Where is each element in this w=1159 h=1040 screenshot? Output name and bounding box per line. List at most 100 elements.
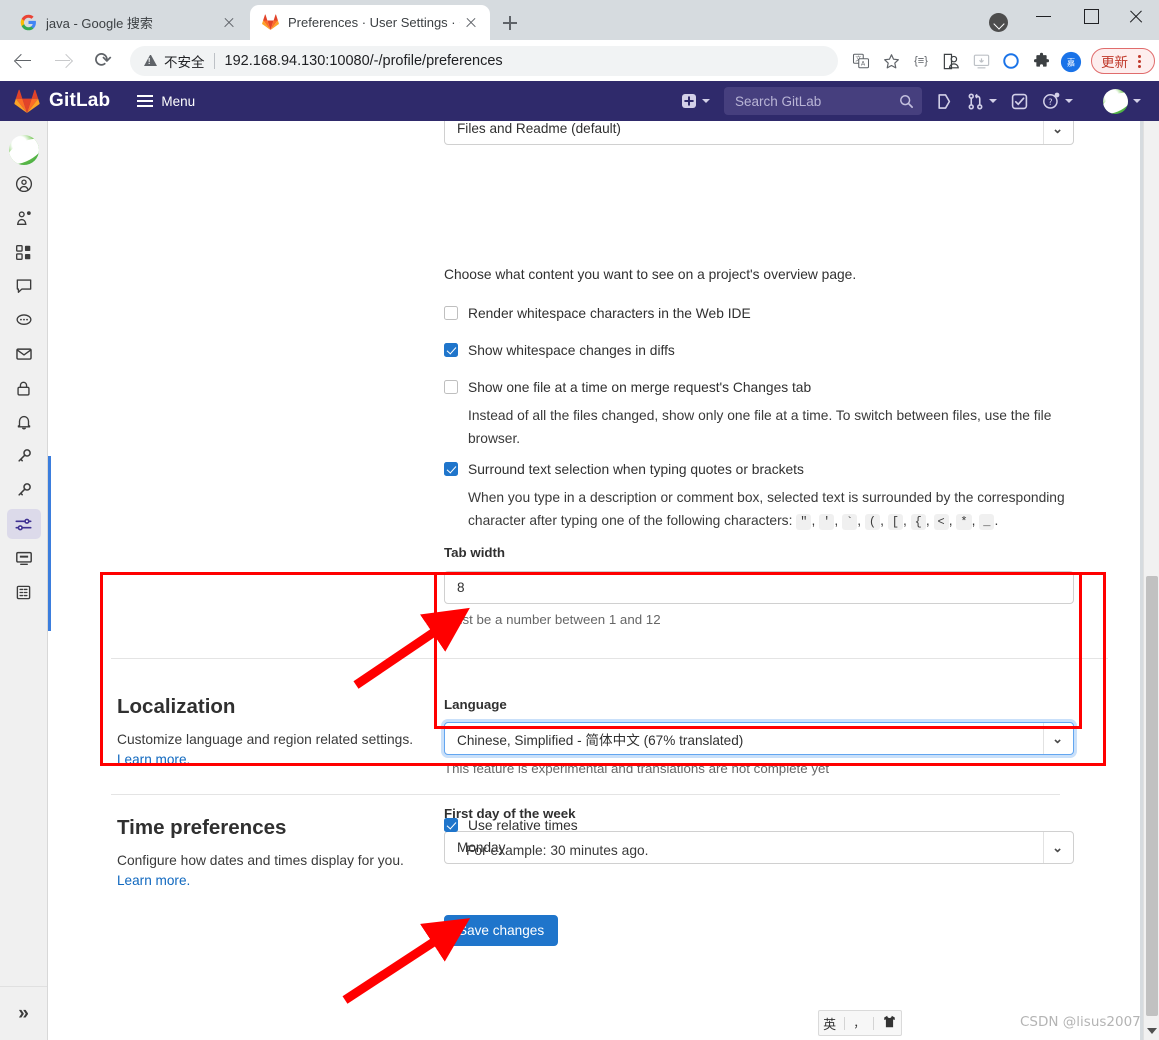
issues-icon[interactable] [936,93,953,110]
circle-icon[interactable] [996,46,1026,76]
checkbox-relative-times[interactable] [444,818,458,832]
toolbar-icons: 文 A {≡} [846,46,1159,76]
gitlab-navbar: GitLab Menu Search GitLab ? [0,81,1159,121]
browser-tab-gitlab[interactable]: Preferences · User Settings · Gi [250,5,490,40]
browser-toolbar: ⟳ 不安全 192.168.94.130 :10080 /-/profile/p… [0,40,1159,81]
sidebar-item-avatar[interactable] [8,135,39,165]
google-icon [20,14,37,31]
checkbox-relative-times-row[interactable]: Use relative times [444,818,578,833]
tab-width-help: Must be a number between 1 and 12 [444,612,661,627]
help-icon[interactable]: ? [1042,92,1073,110]
shirt-icon[interactable] [882,1014,897,1032]
key-icon [17,449,31,462]
checkbox-show-whitespace-diffs-row[interactable]: Show whitespace changes in diffs [444,343,675,358]
gitlab-brand[interactable]: GitLab [49,90,110,112]
forward-icon[interactable] [46,44,80,78]
update-label: 更新 [1101,54,1128,70]
maximize-button[interactable] [1067,0,1113,32]
ime-mode-label[interactable]: 英 [823,1014,836,1033]
user-profile-icon[interactable] [936,46,966,76]
language-select[interactable]: Chinese, Simplified - 简体中文 (67% translat… [444,722,1074,755]
double-chevron-right-icon: » [18,1002,29,1024]
kebab-menu-icon[interactable] [1130,52,1148,70]
main-menu-button[interactable]: Menu [137,94,195,109]
checkbox-surround-selection-row[interactable]: Surround text selection when typing quot… [444,462,804,477]
project-overview-select[interactable]: Files and Readme (default) ⌄ [444,121,1074,145]
sidebar-item-emails[interactable] [7,339,41,369]
localization-heading: Localization [117,695,236,718]
expand-sidebar-button[interactable]: » [0,986,47,1040]
table-log-icon [16,585,31,599]
sidebar-item-notifications[interactable] [7,407,41,437]
page-scrollbar[interactable] [1143,121,1159,1040]
checkbox-one-file-at-a-time-row[interactable]: Show one file at a time on merge request… [444,380,811,395]
time-preferences-learn-more-link[interactable]: Learn more. [117,873,190,888]
puzzle-extension-icon[interactable] [1026,46,1056,76]
checkbox-show-whitespace-diffs[interactable] [444,343,458,357]
sidebar-item-comments[interactable] [7,305,41,335]
sidebar-item-profile[interactable] [7,169,41,199]
svg-text:嘉: 嘉 [1067,57,1075,67]
checkbox-one-file-at-a-time[interactable] [444,380,458,394]
chevron-down-icon [1065,99,1073,103]
checkbox-label: Show one file at a time on merge request… [468,380,812,395]
close-window-button[interactable] [1113,0,1159,32]
browser-tab-google[interactable]: java - Google 搜索 [8,5,248,40]
sidebar-item-account[interactable] [7,203,41,233]
checkbox-render-whitespace[interactable] [444,306,458,320]
sidebar-item-applications[interactable] [7,237,41,267]
surround-character-chip: " [796,514,812,530]
merge-requests-icon[interactable] [967,92,997,110]
avatar-icon[interactable]: 嘉 [1056,46,1086,76]
address-bar[interactable]: 不安全 192.168.94.130 :10080 /-/profile/pre… [130,45,838,76]
tab-width-label: Tab width [444,545,506,560]
divider [872,1016,874,1030]
scroll-down-arrow-icon[interactable] [1144,1024,1159,1038]
checkbox-help-surround: When you type in a description or commen… [468,486,1108,534]
bookmark-star-icon[interactable] [876,46,906,76]
scrollbar-thumb[interactable] [1146,576,1158,1016]
sidebar-item-gpg-keys[interactable] [7,475,41,505]
update-button[interactable]: 更新 [1091,47,1155,74]
sidebar-item-password[interactable] [7,373,41,403]
close-icon[interactable] [218,12,240,34]
localization-learn-more-link[interactable]: Learn more. [117,752,190,767]
save-changes-button[interactable]: Save changes [444,915,559,946]
checkbox-render-whitespace-row[interactable]: Render whitespace characters in the Web … [444,306,751,321]
close-icon[interactable] [460,12,482,34]
extension-equals-icon[interactable]: {≡} [906,46,936,76]
checkbox-surround-selection[interactable] [444,462,458,476]
relative-times-help: For example: 30 minutes ago. [466,843,649,858]
download-icon[interactable] [966,46,996,76]
sidebar-item-chat[interactable] [7,271,41,301]
window-controls [1021,0,1159,40]
user-menu[interactable] [1087,88,1141,114]
not-secure-warning-icon [144,55,157,66]
minimize-button[interactable] [1021,0,1067,32]
security-label: 不安全 [164,54,205,70]
url-host: 192.168.94.130 [224,52,326,69]
chevron-down-icon: ⌄ [1052,731,1063,746]
ime-indicator[interactable]: 英 ， [818,1010,902,1036]
divider [844,1016,846,1030]
sidebar-item-preferences[interactable] [6,509,41,539]
surround-character-chip: < [933,514,949,530]
user-settings-sidebar: » [0,121,48,1040]
sidebar-item-authentication-log[interactable] [7,577,41,607]
translate-icon[interactable]: 文 A [846,46,876,76]
sidebar-item-active-sessions[interactable] [7,543,41,573]
search-input[interactable]: Search GitLab [724,87,922,115]
plus-dropdown-icon[interactable] [681,93,710,109]
tab-width-input[interactable]: 8 [444,571,1074,604]
back-icon[interactable] [6,44,40,78]
profile-icon [15,175,32,193]
sidebar-item-ssh-keys[interactable] [7,441,41,471]
chevron-down-icon[interactable] [989,13,1008,32]
new-tab-button[interactable] [497,10,523,36]
sliders-icon [15,518,32,530]
todos-icon[interactable] [1011,93,1028,110]
ime-punctuation-toggle[interactable]: ， [853,1015,864,1031]
language-value: Chinese, Simplified - 简体中文 (67% translat… [457,732,744,748]
menu-label: Menu [161,93,196,109]
reload-icon[interactable]: ⟳ [86,44,120,78]
